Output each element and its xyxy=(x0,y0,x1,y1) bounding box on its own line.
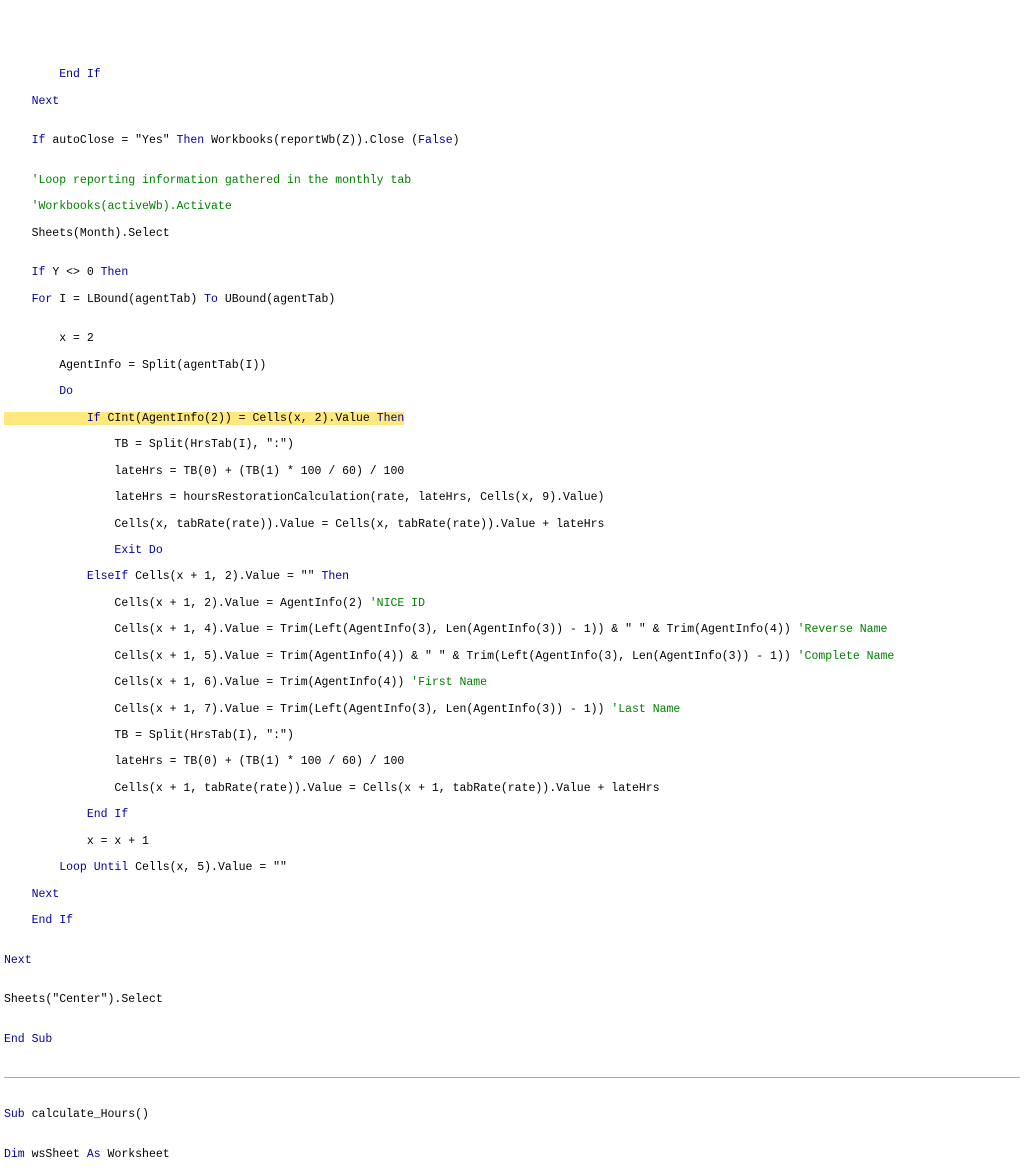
code-text: lateHrs = TB(0) + (TB(1) * 100 / 60) / 1… xyxy=(4,755,1020,768)
comment: 'Workbooks(activeWb).Activate xyxy=(4,200,232,213)
code-text: Cells(x, tabRate(rate)).Value = Cells(x,… xyxy=(4,518,1020,531)
keyword: Exit Do xyxy=(4,544,163,557)
code-block: End If Next If autoClose = "Yes" Then Wo… xyxy=(4,55,1020,1060)
keyword: Next xyxy=(4,888,59,901)
code-text: AgentInfo = Split(agentTab(I)) xyxy=(4,359,1020,372)
code-text: Cells(x, 5).Value = xyxy=(135,861,273,874)
keyword: Then xyxy=(315,570,350,583)
code-text: & Trim(AgentInfo(4)) xyxy=(646,623,798,636)
string-literal: "Yes" xyxy=(135,134,170,147)
keyword: If xyxy=(4,134,52,147)
highlighted-line: If CInt(AgentInfo(2)) = Cells(x, 2).Valu… xyxy=(4,412,404,425)
code-text: I = LBound(agentTab) xyxy=(59,293,204,306)
code-text: wsSheet xyxy=(32,1148,87,1161)
code-text: Cells(x + 1, 4).Value = Trim(Left(AgentI… xyxy=(4,623,625,636)
keyword: End Sub xyxy=(4,1033,52,1046)
keyword: To xyxy=(204,293,225,306)
code-text: Cells(x + 1, 6).Value = Trim(AgentInfo(4… xyxy=(4,676,411,689)
code-text: autoClose = xyxy=(52,134,135,147)
keyword: Next xyxy=(4,954,32,967)
keyword: Do xyxy=(4,385,73,398)
string-literal: "Center" xyxy=(52,993,107,1006)
code-text: UBound(agentTab) xyxy=(225,293,335,306)
code-text: CInt(AgentInfo(2)) = Cells(x, 2).Value xyxy=(108,412,377,425)
keyword: Sub xyxy=(4,1108,32,1121)
comment: 'Reverse Name xyxy=(798,623,888,636)
keyword: End If xyxy=(4,914,73,927)
comment: 'NICE ID xyxy=(370,597,425,610)
keyword: For xyxy=(4,293,59,306)
string-literal: ":" xyxy=(266,729,287,742)
code-text: calculate_Hours() xyxy=(32,1108,149,1121)
code-text: TB = Split(HrsTab(I), xyxy=(4,729,266,742)
keyword: End If xyxy=(4,68,101,81)
code-text: lateHrs = TB(0) + (TB(1) * 100 / 60) / 1… xyxy=(4,465,1020,478)
code-text: ) xyxy=(453,134,460,147)
keyword: ElseIf xyxy=(4,570,135,583)
keyword: Dim xyxy=(4,1148,32,1161)
string-literal: " " xyxy=(625,623,646,636)
keyword: If xyxy=(4,412,108,425)
code-text: x = 2 xyxy=(4,332,1020,345)
code-text: x = x + 1 xyxy=(4,835,1020,848)
code-text: Cells(x + 1, 2).Value = xyxy=(135,570,301,583)
code-text: ) xyxy=(287,729,294,742)
keyword: End If xyxy=(4,808,128,821)
code-text: ) xyxy=(287,438,294,451)
code-text: Worksheet xyxy=(108,1148,170,1161)
keyword: Then xyxy=(101,266,129,279)
code-text: Workbooks(reportWb(Z)).Close ( xyxy=(211,134,418,147)
string-literal: " " xyxy=(425,650,446,663)
comment: 'First Name xyxy=(411,676,487,689)
keyword: Then xyxy=(377,412,405,425)
keyword: Next xyxy=(4,95,59,108)
keyword: As xyxy=(87,1148,108,1161)
keyword: Loop Until xyxy=(4,861,135,874)
keyword: If xyxy=(4,266,52,279)
code-text: Sheets(Month).Select xyxy=(4,227,1020,240)
code-text: Cells(x + 1, 2).Value = AgentInfo(2) xyxy=(4,597,370,610)
string-literal: "" xyxy=(301,570,315,583)
code-block: Sub calculate_Hours() Dim wsSheet As Wor… xyxy=(4,1095,1020,1174)
code-text: Y <> 0 xyxy=(52,266,100,279)
code-text: TB = Split(HrsTab(I), xyxy=(4,438,266,451)
comment: 'Loop reporting information gathered in … xyxy=(4,174,411,187)
code-text: Cells(x + 1, 7).Value = Trim(Left(AgentI… xyxy=(4,703,611,716)
code-text: ).Select xyxy=(108,993,163,1006)
code-text: Cells(x + 1, 5).Value = Trim(AgentInfo(4… xyxy=(4,650,425,663)
comment: 'Complete Name xyxy=(798,650,895,663)
code-text: Sheets( xyxy=(4,993,52,1006)
keyword: False xyxy=(418,134,453,147)
procedure-separator xyxy=(4,1077,1020,1078)
code-text: lateHrs = hoursRestorationCalculation(ra… xyxy=(4,491,1020,504)
comment: 'Last Name xyxy=(611,703,680,716)
keyword: Then xyxy=(170,134,211,147)
string-literal: "" xyxy=(273,861,287,874)
code-text: Cells(x + 1, tabRate(rate)).Value = Cell… xyxy=(4,782,1020,795)
code-text: & Trim(Left(AgentInfo(3), Len(AgentInfo(… xyxy=(446,650,798,663)
string-literal: ":" xyxy=(266,438,287,451)
